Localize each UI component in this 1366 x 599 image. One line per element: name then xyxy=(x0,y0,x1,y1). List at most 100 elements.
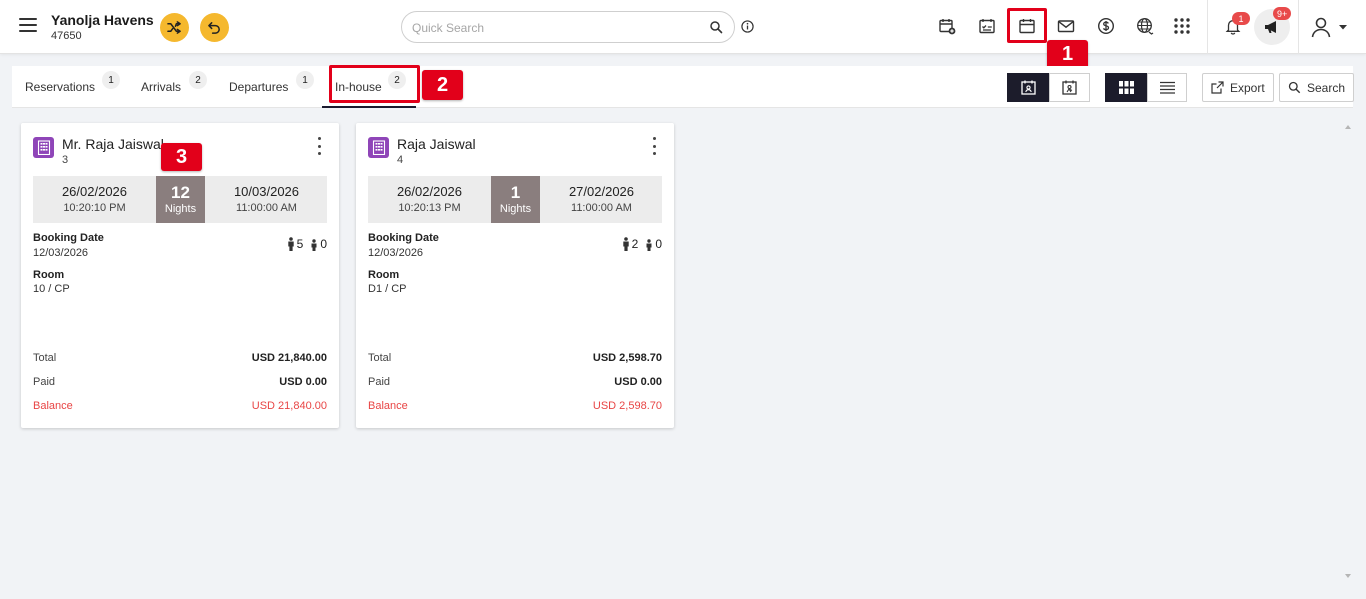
cashiering-button[interactable] xyxy=(1094,14,1118,38)
tab-count-badge: 1 xyxy=(296,71,314,89)
nights-count: 12 xyxy=(171,183,190,202)
arrival-date: 26/02/2026 xyxy=(396,184,463,199)
total-label: Total xyxy=(33,352,57,364)
apps-button[interactable] xyxy=(1170,14,1194,38)
dollar-icon xyxy=(1097,17,1115,35)
hotel-name: Yanolja Havens xyxy=(51,12,154,28)
tab-bar: Reservations 1 Arrivals 2 Departures 1 I… xyxy=(12,66,1355,108)
occupancy: 2 0 xyxy=(622,237,662,251)
switch-property-button[interactable] xyxy=(160,13,189,42)
hotel-id: 47650 xyxy=(51,30,82,42)
booking-date-value: 12/03/2026 xyxy=(33,247,89,259)
announcement-count-badge: 9+ xyxy=(1273,7,1292,20)
guest-name[interactable]: Mr. Raja Jaiswal xyxy=(62,136,164,152)
quick-search-input[interactable] xyxy=(412,19,702,37)
nights-count: 1 xyxy=(510,183,521,202)
megaphone-icon xyxy=(1265,21,1276,33)
tab-count-badge: 2 xyxy=(388,71,406,89)
reservation-number: 4 xyxy=(397,154,404,166)
departure-block: 10/03/2026 11:00:00 AM xyxy=(205,176,328,223)
room-label: Room xyxy=(368,269,400,281)
guest-name[interactable]: Raja Jaiswal xyxy=(397,136,476,152)
export-label: Export xyxy=(1230,80,1265,95)
scroll-up-arrow[interactable] xyxy=(1344,123,1352,131)
apps-grid-icon xyxy=(1174,18,1190,34)
export-icon xyxy=(1211,81,1224,94)
search-icon[interactable] xyxy=(709,20,723,34)
tab-label: Departures xyxy=(229,80,289,94)
calendar-check-icon xyxy=(979,19,995,34)
step-badge-2: 2 xyxy=(422,70,463,100)
calendar-person-out-icon xyxy=(1062,80,1077,95)
grid-view-button[interactable] xyxy=(1105,73,1147,102)
mail-icon xyxy=(1057,20,1075,33)
divider xyxy=(1298,0,1299,54)
top-bar: Yanolja Havens 47650 1 9+ xyxy=(0,0,1366,54)
calendar-icon xyxy=(1019,19,1035,34)
adult-icon xyxy=(287,237,294,251)
balance-value: USD 2,598.70 xyxy=(592,400,662,412)
chevron-down-icon xyxy=(1339,25,1347,30)
tab-reservations[interactable]: Reservations 1 xyxy=(12,66,127,108)
room-value: D1 / CP xyxy=(368,283,407,295)
scroll-down-arrow[interactable] xyxy=(1344,572,1352,580)
tab-departures[interactable]: Departures 1 xyxy=(216,66,322,108)
undo-icon xyxy=(208,22,220,34)
departure-view-toggle[interactable] xyxy=(1049,73,1090,102)
nights-badge: 12 Nights xyxy=(156,176,205,223)
export-button[interactable]: Export xyxy=(1202,73,1274,102)
quick-search xyxy=(401,11,735,43)
paid-label: Paid xyxy=(33,376,56,388)
menu-icon[interactable] xyxy=(19,18,37,32)
arrival-time: 10:20:10 PM xyxy=(63,202,126,214)
grid-icon xyxy=(1118,81,1134,94)
user-icon xyxy=(1311,17,1331,38)
paid-value: USD 0.00 xyxy=(279,376,327,388)
paid-label: Paid xyxy=(368,376,391,388)
stay-dates: 26/02/2026 10:20:10 PM 12 Nights 10/03/2… xyxy=(33,176,327,223)
tab-count-badge: 1 xyxy=(102,71,120,89)
undo-button[interactable] xyxy=(200,13,229,42)
calendar-plus-icon xyxy=(939,19,956,35)
balance-label: Balance xyxy=(368,400,408,412)
channel-manager-button[interactable] xyxy=(1133,14,1157,38)
total-value: USD 21,840.00 xyxy=(251,352,327,364)
notification-count-badge: 1 xyxy=(1232,12,1250,25)
new-reservation-button[interactable] xyxy=(935,14,959,38)
messages-button[interactable] xyxy=(1054,14,1078,38)
user-menu-button[interactable] xyxy=(1310,14,1354,40)
tab-in-house[interactable]: In-house 2 xyxy=(322,66,416,108)
total-value: USD 2,598.70 xyxy=(592,352,662,364)
bookings-button[interactable] xyxy=(975,14,999,38)
child-icon xyxy=(646,239,652,251)
booking-date-label: Booking Date xyxy=(33,232,104,244)
shuffle-icon xyxy=(167,21,181,34)
arrival-time: 10:20:13 PM xyxy=(398,202,461,214)
globe-icon xyxy=(1137,18,1154,35)
more-options-icon[interactable] xyxy=(648,137,660,155)
search-button[interactable]: Search xyxy=(1279,73,1355,102)
list-icon xyxy=(1159,81,1175,94)
info-icon[interactable] xyxy=(741,20,754,33)
nights-badge: 1 Nights xyxy=(491,176,540,223)
total-row: Total USD 2,598.70 xyxy=(368,352,662,366)
arrival-date: 26/02/2026 xyxy=(61,184,128,199)
arrival-view-toggle[interactable] xyxy=(1007,73,1049,102)
room-label: Room xyxy=(33,269,65,281)
stay-dates: 26/02/2026 10:20:13 PM 1 Nights 27/02/20… xyxy=(368,176,662,223)
total-label: Total xyxy=(368,352,392,364)
paid-row: Paid USD 0.00 xyxy=(33,376,327,390)
calendar-button[interactable] xyxy=(1015,14,1039,38)
room-value: 10 / CP xyxy=(33,283,70,295)
nights-label: Nights xyxy=(164,203,197,215)
arrival-block: 26/02/2026 10:20:13 PM xyxy=(368,176,491,223)
search-icon xyxy=(1288,81,1301,94)
list-view-button[interactable] xyxy=(1147,73,1187,102)
more-options-icon[interactable] xyxy=(313,137,325,155)
step-badge-1: 1 xyxy=(1047,40,1088,69)
tab-label: Arrivals xyxy=(141,80,182,94)
divider xyxy=(1207,0,1208,54)
search-label: Search xyxy=(1307,80,1346,95)
reservation-card[interactable]: Raja Jaiswal 4 26/02/2026 10:20:13 PM 1 … xyxy=(356,123,674,428)
tab-arrivals[interactable]: Arrivals 2 xyxy=(127,66,216,108)
